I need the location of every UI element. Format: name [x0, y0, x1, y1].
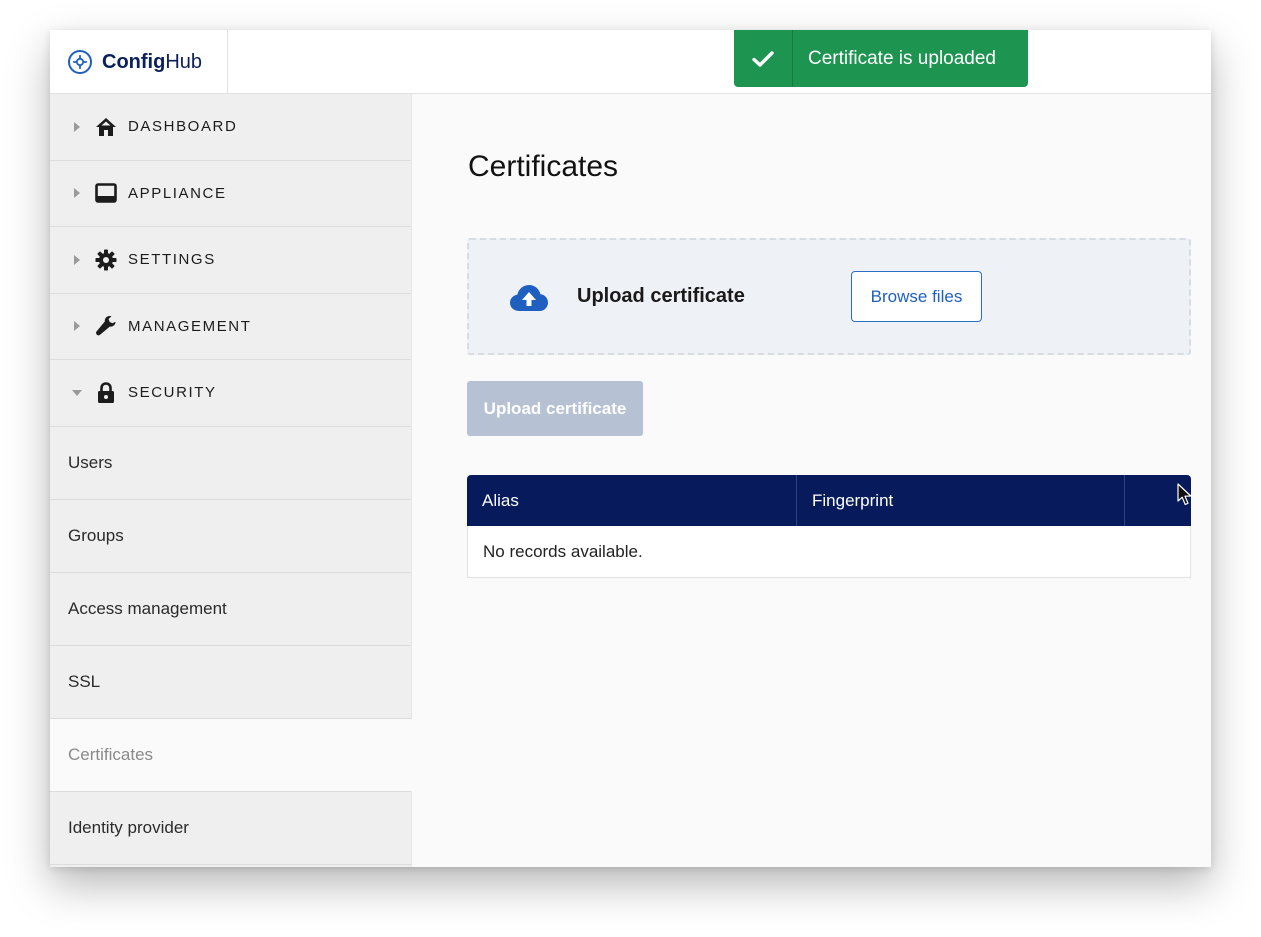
sidebar-group-label: APPLIANCE [128, 184, 227, 202]
table-header: Alias Fingerprint [467, 475, 1191, 526]
caret-right-icon [70, 254, 84, 265]
success-toast: Certificate is uploaded [734, 30, 1028, 87]
caret-right-icon [70, 121, 84, 132]
sidebar-group-label: SECURITY [128, 384, 217, 402]
sidebar-group-label: DASHBOARD [128, 118, 238, 136]
upload-certificate-button[interactable]: Upload certificate [467, 381, 643, 436]
dropzone-label: Upload certificate [577, 285, 745, 307]
page-title: Certificates [468, 150, 619, 183]
certificates-table: Alias Fingerprint No records available. [467, 475, 1191, 578]
sidebar-group-label: MANAGEMENT [128, 317, 252, 335]
app-window: ConfigHub Certificate is uploaded DASHBO… [50, 30, 1211, 867]
check-icon [734, 30, 793, 87]
table-empty-row: No records available. [467, 526, 1191, 578]
home-icon [94, 115, 118, 139]
sidebar-group-settings[interactable]: SETTINGS [50, 227, 411, 294]
certificate-dropzone[interactable]: Upload certificate Browse files [467, 238, 1191, 355]
toast-message: Certificate is uploaded [808, 47, 996, 69]
caret-right-icon [70, 188, 84, 199]
lock-icon [94, 381, 118, 405]
mouse-pointer-icon [1177, 483, 1193, 512]
sidebar-item-access-management[interactable]: Access management [50, 573, 411, 646]
column-header-alias[interactable]: Alias [467, 475, 797, 526]
caret-down-icon [70, 389, 84, 396]
config-logo-icon [68, 50, 92, 74]
sidebar-group-dashboard[interactable]: DASHBOARD [50, 94, 411, 161]
appliance-icon [94, 181, 118, 205]
sidebar-item-users[interactable]: Users [50, 427, 411, 500]
gear-icon [94, 248, 118, 272]
sidebar-item-ssl[interactable]: SSL [50, 646, 411, 719]
sidebar-item-identity-provider[interactable]: Identity provider [50, 792, 411, 865]
column-header-fingerprint[interactable]: Fingerprint [797, 475, 1125, 526]
wrench-icon [94, 314, 118, 338]
sidebar-group-label: SETTINGS [128, 251, 216, 269]
top-header: ConfigHub Certificate is uploaded [50, 30, 1211, 94]
sidebar-group-management[interactable]: MANAGEMENT [50, 294, 411, 360]
cloud-upload-icon [509, 284, 549, 317]
browse-files-button[interactable]: Browse files [851, 271, 982, 322]
sidebar-item-certificates[interactable]: Certificates [50, 718, 412, 792]
main-content: Certificates Upload certificate Browse f… [413, 94, 1211, 867]
app-logo[interactable]: ConfigHub [50, 30, 228, 94]
app-name: ConfigHub [102, 50, 203, 73]
caret-right-icon [70, 321, 84, 332]
sidebar-item-groups[interactable]: Groups [50, 500, 411, 573]
sidebar-group-security[interactable]: SECURITY [50, 360, 411, 427]
sidebar-nav: DASHBOARD APPLIANCE SETTINGS MANAGEMENT … [50, 94, 412, 867]
sidebar-group-appliance[interactable]: APPLIANCE [50, 161, 411, 227]
